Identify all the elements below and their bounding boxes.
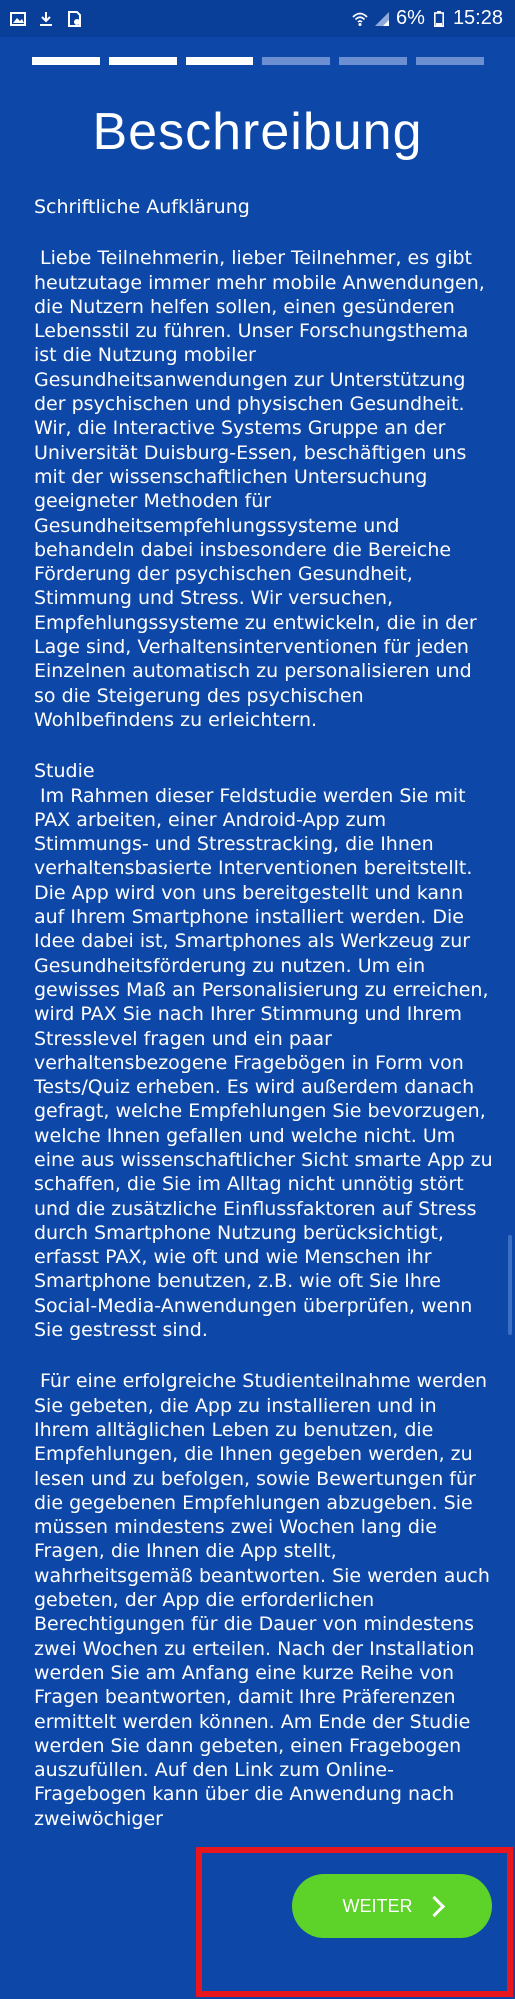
status-bar-left xyxy=(0,10,82,27)
progress-step xyxy=(185,57,254,65)
progress-step xyxy=(262,57,331,65)
image-icon xyxy=(10,11,26,26)
status-bar-right: 6% 15:28 xyxy=(352,7,515,30)
chevron-right-icon xyxy=(423,1895,445,1917)
study-heading: Studie xyxy=(34,760,95,783)
page-title: Beschreibung xyxy=(92,103,423,161)
intro-paragraph: Liebe Teilnehmerin, lieber Teilnehmer, e… xyxy=(34,247,491,731)
progress-step xyxy=(32,57,100,65)
download-icon xyxy=(40,11,52,26)
scrollbar[interactable] xyxy=(508,1235,512,1335)
progress-indicator xyxy=(32,57,484,65)
signal-icon xyxy=(375,11,390,26)
participation-paragraph: Für eine erfolgreiche Studienteilnahme w… xyxy=(34,1370,490,1830)
status-bar: 6% 15:28 xyxy=(0,0,515,37)
progress-step xyxy=(416,57,484,65)
wifi-icon xyxy=(352,12,368,26)
consent-heading: Schriftliche Aufklärung xyxy=(34,196,250,218)
next-button[interactable]: WEITER xyxy=(292,1874,492,1938)
battery-percent: 6% xyxy=(396,7,425,29)
sd-card-icon xyxy=(68,10,81,27)
progress-step xyxy=(108,57,177,65)
battery-icon xyxy=(433,10,444,27)
progress-step xyxy=(339,57,408,65)
clock: 15:28 xyxy=(452,7,503,29)
description-text[interactable]: Schriftliche Aufklärung Liebe Teilnehmer… xyxy=(34,195,494,1915)
next-button-label: WEITER xyxy=(342,1895,413,1916)
study-paragraph: Im Rahmen dieser Feldstudie werden Sie m… xyxy=(34,784,493,1342)
